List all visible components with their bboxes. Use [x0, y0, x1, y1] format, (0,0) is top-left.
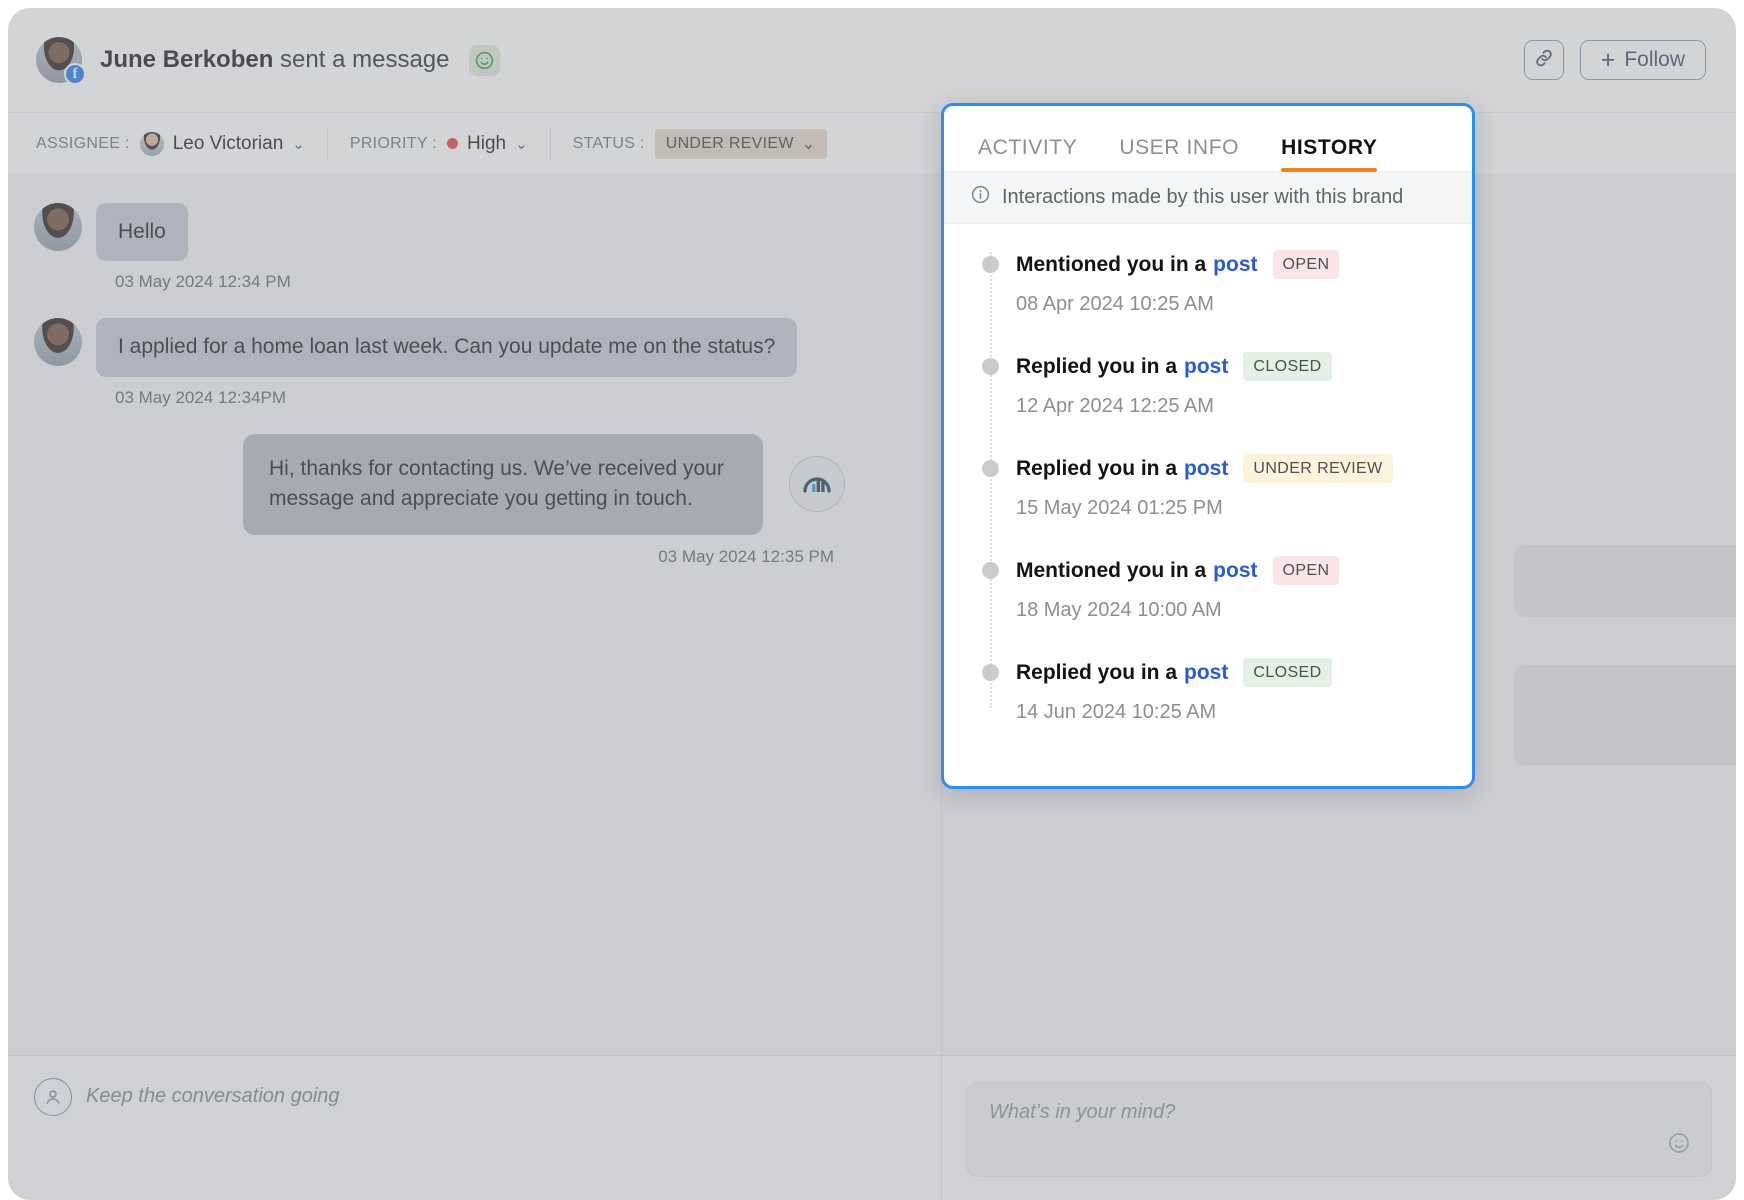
- message-timestamp: 03 May 2024 12:34 PM: [8, 272, 941, 292]
- info-circle-icon: [970, 184, 991, 211]
- list-item[interactable]: Replied you in a post UNDER REVIEW 15 Ma…: [944, 454, 1472, 520]
- list-item[interactable]: Mentioned you in a post OPEN 18 May 2024…: [944, 556, 1472, 622]
- history-panel: ACTIVITY USER INFO HISTORY Interactions …: [941, 103, 1475, 789]
- divider: [327, 129, 328, 159]
- plus-icon: +: [1601, 48, 1616, 73]
- status-badge: OPEN: [1273, 556, 1340, 585]
- chevron-down-icon: ⌄: [515, 135, 528, 153]
- history-title: Replied you in a post CLOSED: [1016, 658, 1448, 687]
- reply-input-placeholder[interactable]: Keep the conversation going: [86, 1078, 340, 1108]
- priority-value: High: [467, 133, 506, 155]
- note-input-placeholder: What’s in your mind?: [989, 1101, 1689, 1124]
- status-badge: CLOSED: [1243, 658, 1331, 687]
- priority-field[interactable]: PRIORITY : High ⌄: [350, 113, 550, 175]
- status-badge: CLOSED: [1243, 352, 1331, 381]
- message-timestamp: 03 May 2024 12:35 PM: [8, 547, 941, 567]
- avatar: [34, 203, 82, 251]
- status-badge: UNDER REVIEW: [1243, 454, 1392, 483]
- chevron-down-icon: ⌄: [292, 135, 305, 153]
- link-chain-icon: [1533, 47, 1555, 74]
- page-title: June Berkoben sent a message: [100, 45, 500, 76]
- message-row: I applied for a home loan last week. Can…: [8, 318, 941, 376]
- chevron-down-icon: ⌄: [802, 134, 816, 154]
- post-link[interactable]: post: [1184, 355, 1228, 379]
- timeline-dot-icon: [982, 460, 999, 477]
- note-composer[interactable]: What’s in your mind?: [941, 1055, 1736, 1200]
- smiley-positive-icon: [469, 45, 500, 76]
- copy-link-button[interactable]: [1524, 40, 1564, 80]
- follow-button[interactable]: + Follow: [1580, 40, 1706, 80]
- status-badge-label: UNDER REVIEW: [666, 135, 794, 153]
- history-title: Mentioned you in a post OPEN: [1016, 250, 1448, 279]
- emoji-face-icon[interactable]: [1667, 1131, 1691, 1160]
- note-input[interactable]: What’s in your mind?: [966, 1082, 1712, 1177]
- message-row: Hi, thanks for contacting us. We’ve rece…: [8, 434, 941, 535]
- history-date: 08 Apr 2024 10:25 AM: [1016, 293, 1448, 316]
- conversation-workspace: f June Berkoben sent a message: [8, 8, 1736, 1200]
- history-date: 15 May 2024 01:25 PM: [1016, 497, 1448, 520]
- placeholder-card: [1514, 665, 1736, 765]
- history-action: Replied you in a: [1016, 457, 1177, 481]
- timeline-dot-icon: [982, 664, 999, 681]
- facebook-icon: f: [64, 63, 86, 85]
- conversation-header: f June Berkoben sent a message: [8, 8, 1736, 113]
- history-title: Replied you in a post UNDER REVIEW: [1016, 454, 1448, 483]
- tab-activity[interactable]: ACTIVITY: [978, 136, 1077, 171]
- tab-user-info[interactable]: USER INFO: [1119, 136, 1239, 171]
- header-action-text: sent a message: [273, 45, 449, 72]
- status-field[interactable]: STATUS : UNDER REVIEW ⌄: [573, 113, 849, 175]
- assignee-field[interactable]: ASSIGNEE : Leo Victorian ⌄: [36, 113, 327, 175]
- panel-tabs: ACTIVITY USER INFO HISTORY: [944, 106, 1472, 172]
- message-list: Hello 03 May 2024 12:34 PM I applied for…: [8, 175, 941, 1055]
- history-timeline: Mentioned you in a post OPEN 08 Apr 2024…: [944, 224, 1472, 786]
- history-date: 18 May 2024 10:00 AM: [1016, 599, 1448, 622]
- history-action: Replied you in a: [1016, 661, 1177, 685]
- list-item[interactable]: Replied you in a post CLOSED 14 Jun 2024…: [944, 658, 1472, 724]
- tab-history[interactable]: HISTORY: [1281, 136, 1377, 171]
- follow-button-label: Follow: [1624, 48, 1685, 72]
- post-link[interactable]: post: [1213, 253, 1257, 277]
- status-badge: OPEN: [1273, 250, 1340, 279]
- brand-bar-chart-logo-icon: [789, 456, 845, 512]
- priority-dot-icon: [447, 138, 458, 149]
- history-title: Replied you in a post CLOSED: [1016, 352, 1448, 381]
- timeline-dot-icon: [982, 562, 999, 579]
- agent-avatar-icon: [34, 1078, 72, 1116]
- post-link[interactable]: post: [1213, 559, 1257, 583]
- message-bubble-incoming: I applied for a home loan last week. Can…: [96, 318, 797, 376]
- panel-info-banner: Interactions made by this user with this…: [944, 172, 1472, 224]
- assignee-value: Leo Victorian: [173, 133, 284, 155]
- message-bubble-outgoing: Hi, thanks for contacting us. We’ve rece…: [243, 434, 763, 535]
- list-item[interactable]: Mentioned you in a post OPEN 08 Apr 2024…: [944, 250, 1472, 316]
- reply-composer[interactable]: Keep the conversation going: [8, 1055, 941, 1200]
- status-label: STATUS :: [573, 135, 645, 153]
- timeline-dot-icon: [982, 358, 999, 375]
- post-link[interactable]: post: [1184, 457, 1228, 481]
- post-link[interactable]: post: [1184, 661, 1228, 685]
- author-avatar: f: [36, 37, 82, 83]
- panel-info-text: Interactions made by this user with this…: [1002, 186, 1403, 209]
- assignee-label: ASSIGNEE :: [36, 135, 130, 153]
- divider: [550, 129, 551, 159]
- ticket-meta-bar: ASSIGNEE : Leo Victorian ⌄ PRIORITY : Hi…: [8, 113, 1736, 175]
- status-badge[interactable]: UNDER REVIEW ⌄: [655, 129, 827, 159]
- placeholder-card: [1514, 545, 1736, 617]
- history-action: Mentioned you in a: [1016, 253, 1206, 277]
- message-bubble-incoming: Hello: [96, 203, 188, 261]
- list-item[interactable]: Replied you in a post CLOSED 12 Apr 2024…: [944, 352, 1472, 418]
- app-root: f June Berkoben sent a message: [0, 0, 1744, 1200]
- avatar: [34, 318, 82, 366]
- message-row: Hello: [8, 203, 941, 261]
- history-date: 12 Apr 2024 12:25 AM: [1016, 395, 1448, 418]
- history-action: Replied you in a: [1016, 355, 1177, 379]
- timeline-dot-icon: [982, 256, 999, 273]
- author-name: June Berkoben: [100, 45, 273, 72]
- message-timestamp: 03 May 2024 12:34PM: [8, 388, 941, 408]
- history-date: 14 Jun 2024 10:25 AM: [1016, 701, 1448, 724]
- history-title: Mentioned you in a post OPEN: [1016, 556, 1448, 585]
- priority-label: PRIORITY :: [350, 135, 437, 153]
- assignee-avatar: [140, 132, 164, 156]
- history-action: Mentioned you in a: [1016, 559, 1206, 583]
